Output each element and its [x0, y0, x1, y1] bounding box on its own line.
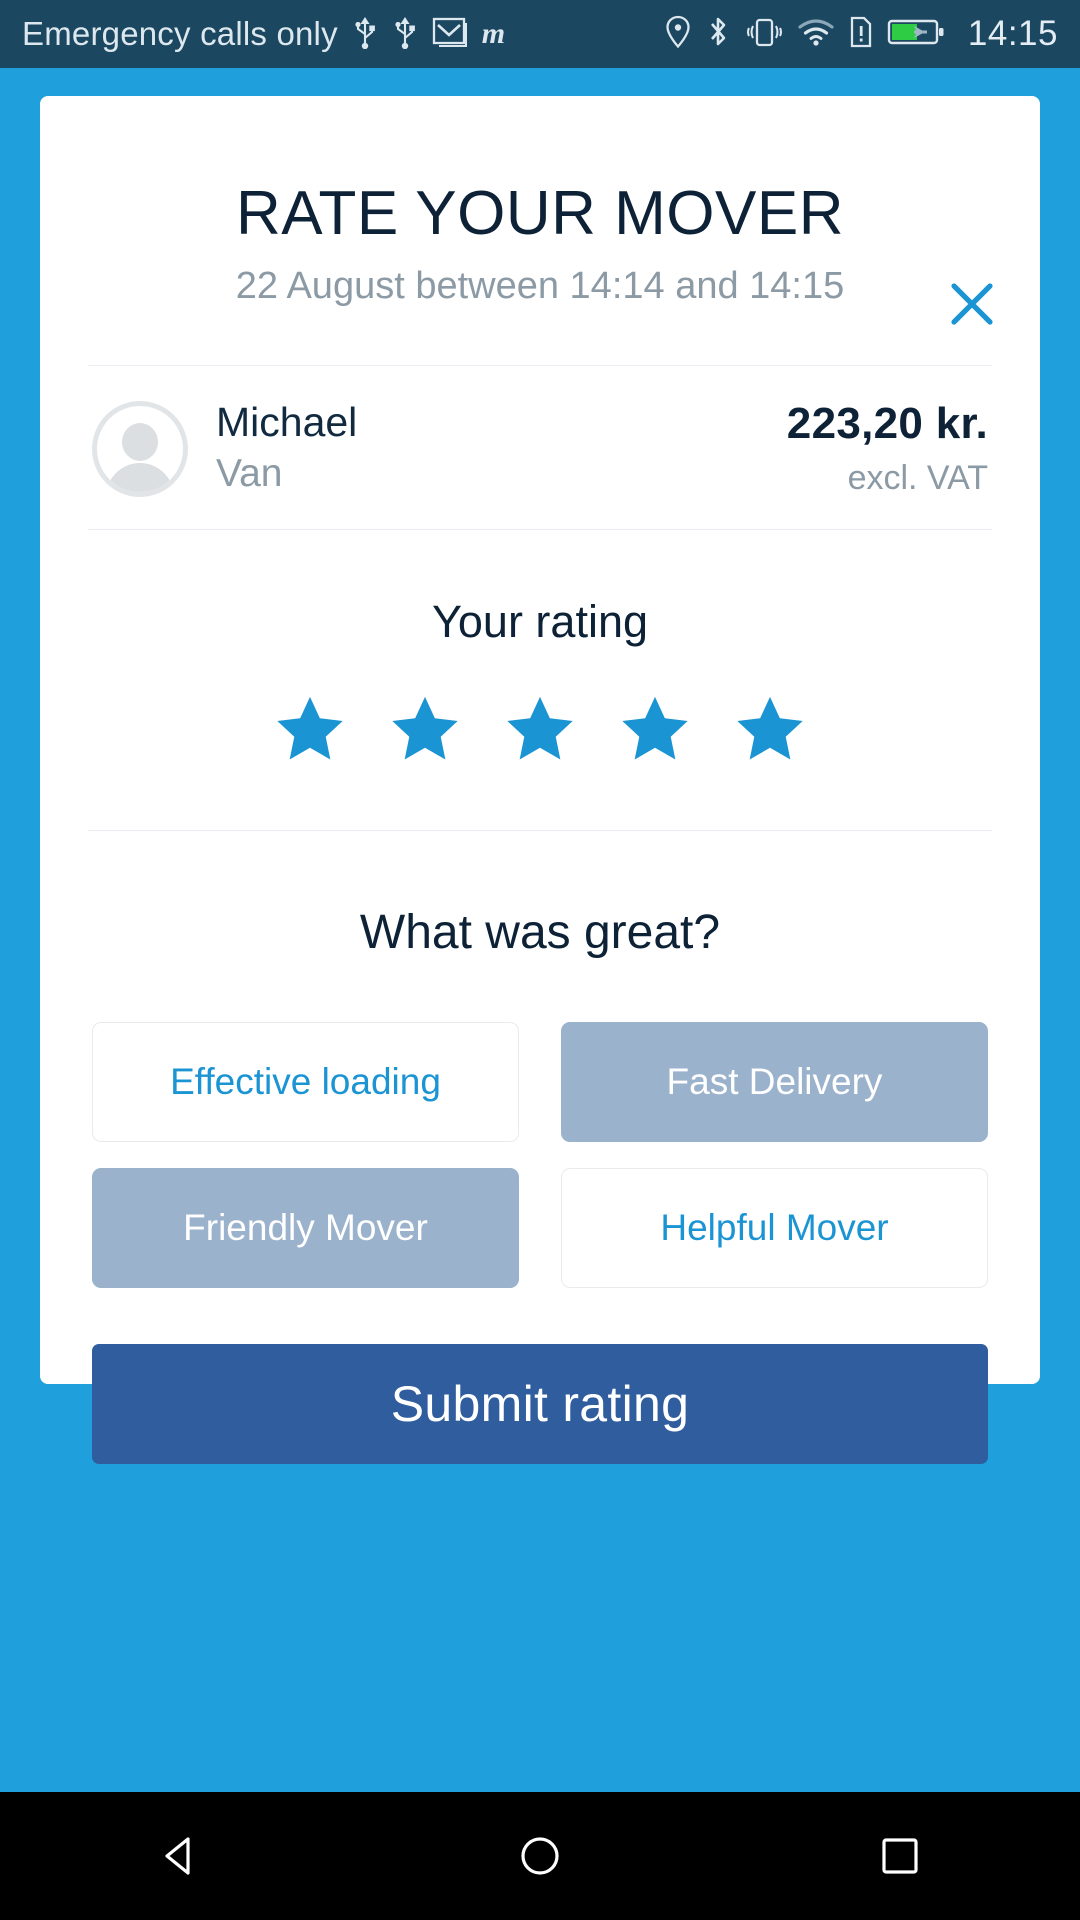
star-rating[interactable] — [40, 692, 1040, 766]
price-block: 223,20 kr. excl. VAT — [787, 399, 988, 498]
nav-back-button[interactable] — [120, 1792, 240, 1920]
clock-label: 14:15 — [967, 14, 1058, 53]
feedback-title: What was great? — [359, 906, 721, 960]
status-bar: Emergency calls only m 14:15 — [0, 0, 1080, 68]
chip-fast-delivery[interactable]: Fast Delivery — [561, 1022, 988, 1143]
rate-mover-dialog: RATE YOUR MOVER 22 August between 14:14 … — [40, 96, 1040, 1465]
mover-vehicle: Van — [216, 452, 283, 496]
mover-text-block: Michael Van — [216, 398, 787, 499]
rating-label: Your rating — [432, 596, 648, 648]
back-triangle-icon — [165, 1837, 190, 1875]
gmail-icon — [432, 16, 468, 53]
submit-rating-button[interactable]: Submit rating — [92, 1344, 988, 1465]
mover-info-row: Michael Van 223,20 kr. excl. VAT — [40, 366, 1040, 529]
usb-icon — [392, 15, 418, 54]
wifi-icon — [797, 17, 835, 52]
chip-effective-loading[interactable]: Effective loading — [92, 1022, 519, 1143]
status-bar-right: 14:15 — [664, 14, 1058, 54]
feedback-chip-grid: Effective loading Fast Delivery Friendly… — [40, 960, 1040, 1289]
dialog-title: RATE YOUR MOVER — [235, 179, 845, 248]
chip-friendly-mover[interactable]: Friendly Mover — [92, 1168, 519, 1289]
avatar-head — [122, 422, 158, 461]
status-bar-left: Emergency calls only m — [22, 15, 664, 54]
home-circle-icon — [521, 1837, 559, 1875]
location-pin-icon — [664, 15, 692, 54]
star-icon[interactable] — [503, 692, 577, 766]
sim-alert-icon — [848, 15, 874, 54]
star-icon[interactable] — [618, 692, 692, 766]
bluetooth-icon — [705, 15, 731, 54]
avatar-body — [106, 462, 174, 492]
nav-home-button[interactable] — [480, 1792, 600, 1920]
mover-name: Michael — [216, 399, 358, 445]
star-icon[interactable] — [388, 692, 462, 766]
battery-charging-icon — [887, 16, 945, 53]
close-button[interactable] — [940, 272, 1004, 336]
price-amount: 223,20 kr. — [786, 399, 988, 449]
phone-screen: Emergency calls only m 14:15 RATE YOUR M… — [0, 0, 1080, 1920]
person-avatar-icon — [92, 400, 188, 497]
recents-square-icon — [882, 1838, 918, 1874]
vibrate-icon — [744, 15, 784, 54]
carrier-label: Emergency calls only — [22, 15, 338, 52]
dialog-subtitle: 22 August between 14:14 and 14:15 — [235, 265, 845, 307]
nav-recents-button[interactable] — [840, 1792, 960, 1920]
price-vat-note: excl. VAT — [847, 459, 988, 498]
m-app-icon: m — [481, 17, 506, 50]
usb-icon — [352, 15, 378, 54]
android-nav-bar — [0, 1792, 1080, 1920]
close-icon — [951, 283, 993, 325]
star-icon[interactable] — [273, 692, 347, 766]
star-icon[interactable] — [733, 692, 807, 766]
chip-helpful-mover[interactable]: Helpful Mover — [561, 1168, 988, 1289]
rating-section: Your rating — [40, 530, 1040, 830]
